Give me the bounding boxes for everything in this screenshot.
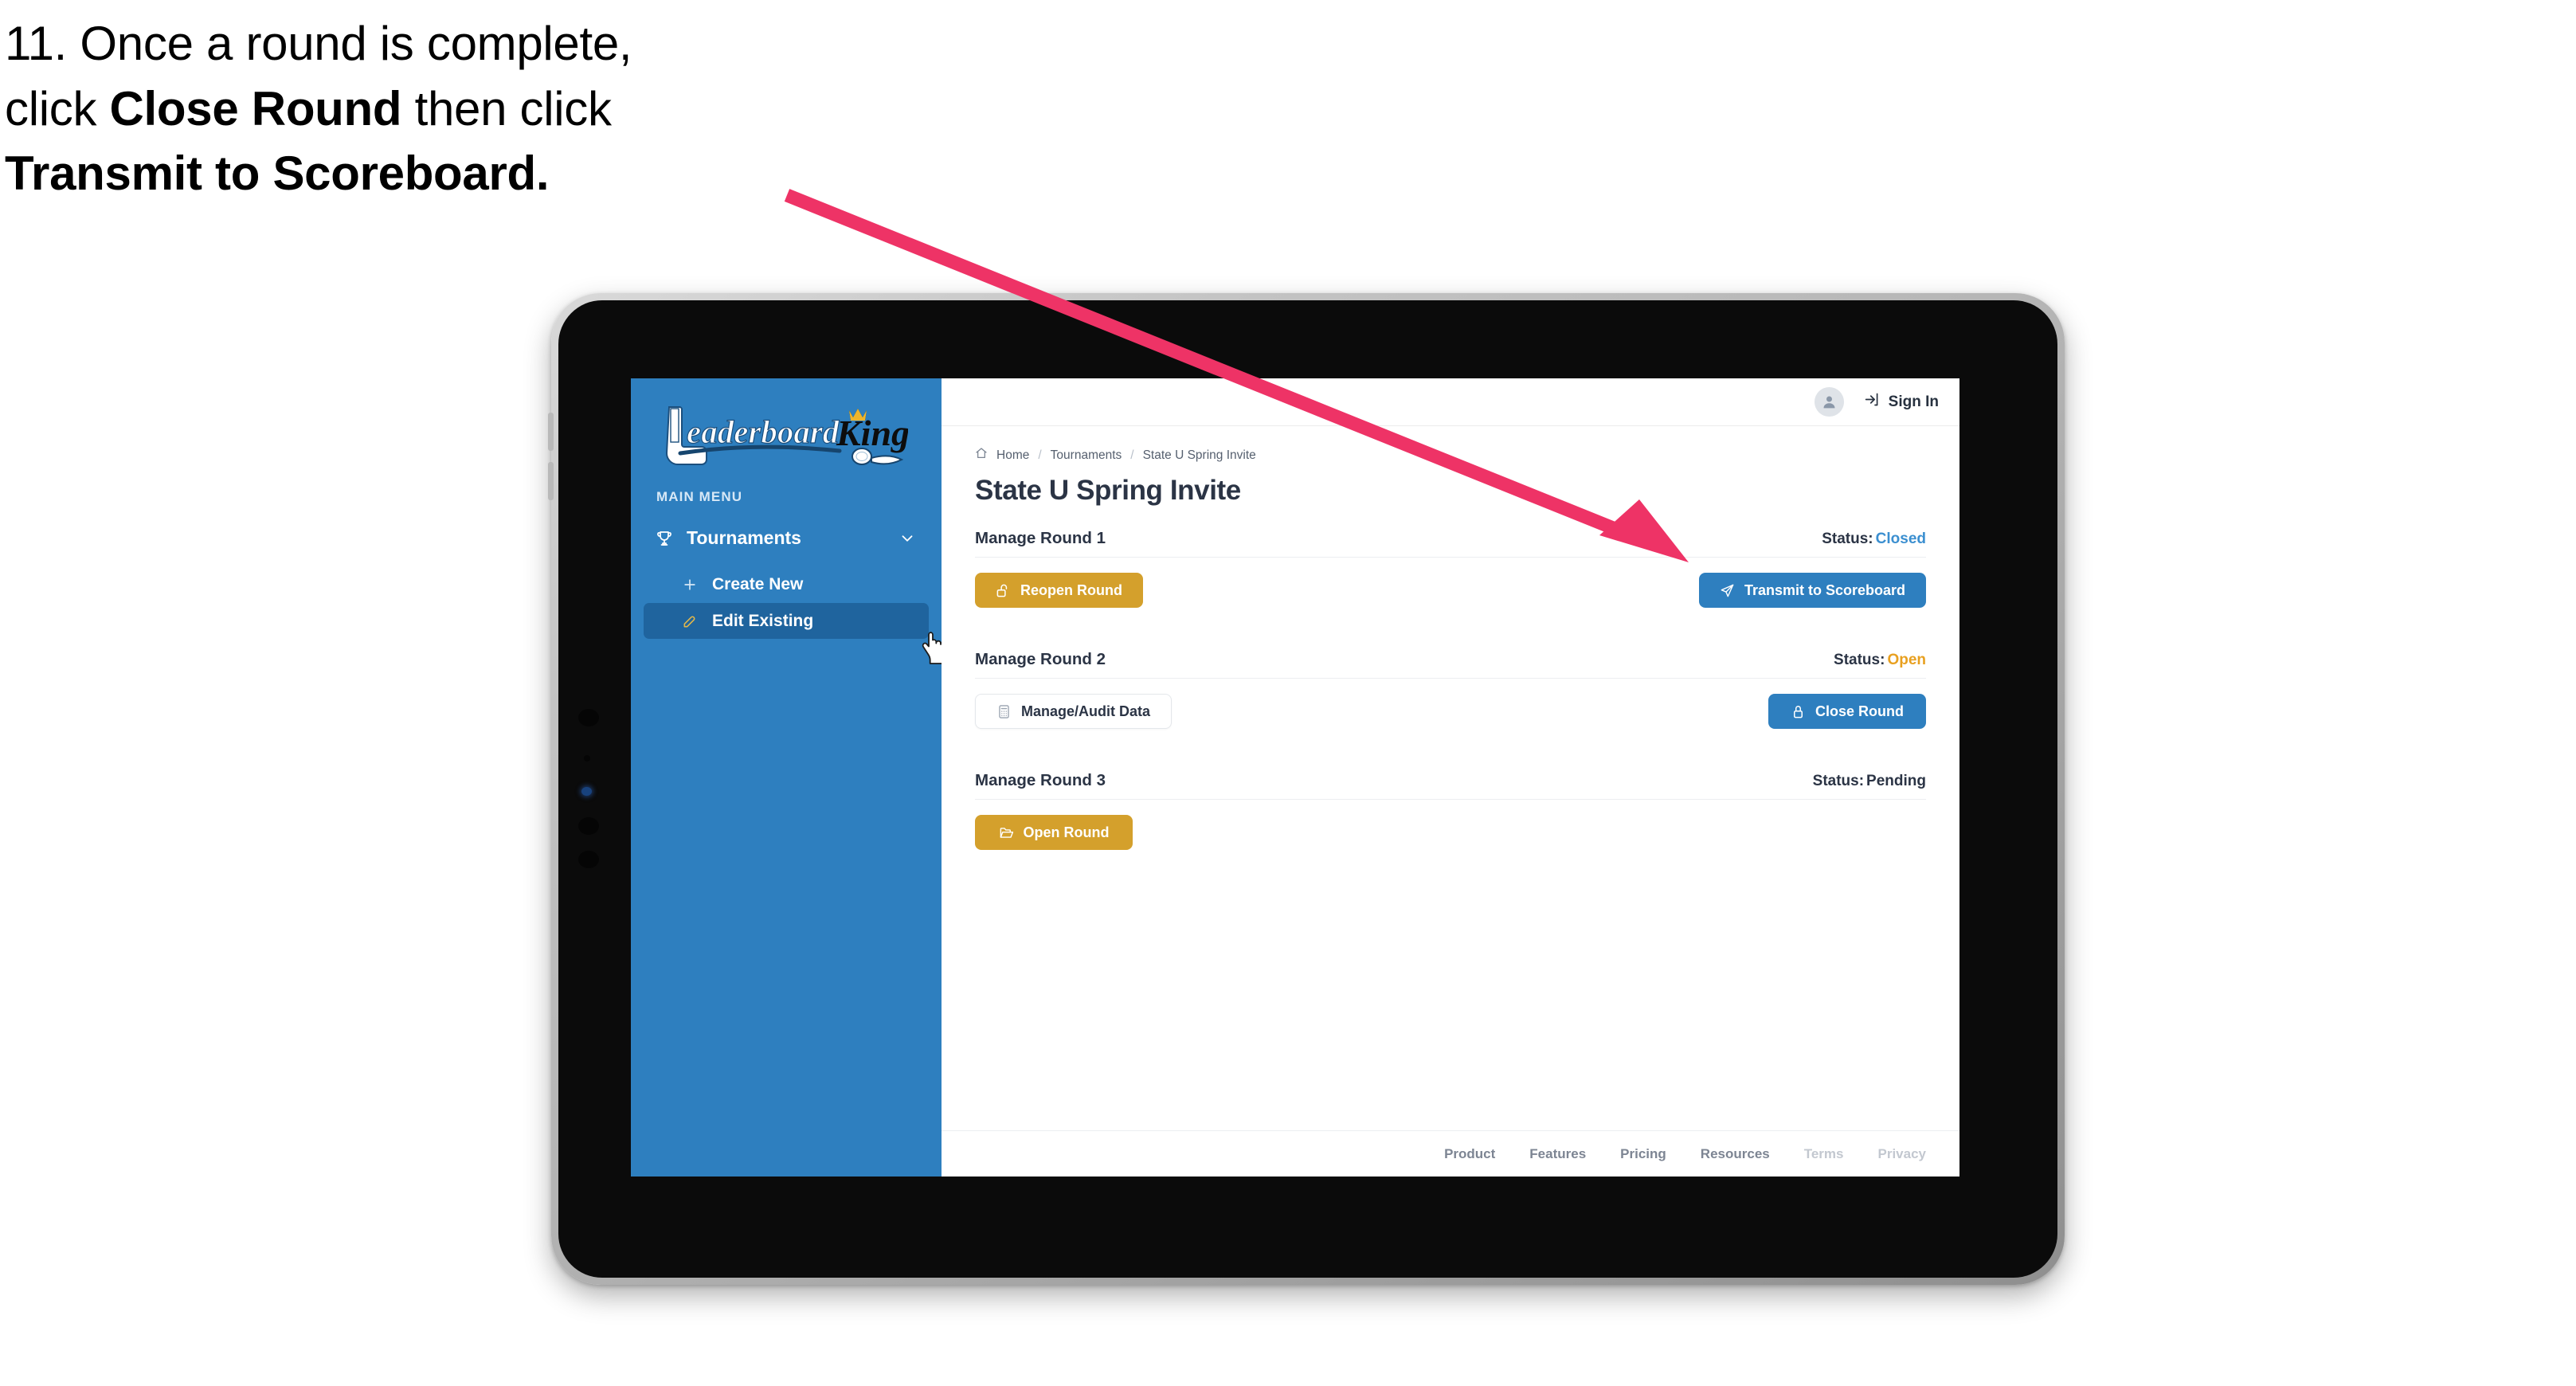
breadcrumb-item-home[interactable]: Home	[996, 448, 1029, 463]
close-round-button[interactable]: Close Round	[1768, 694, 1926, 729]
volume-button-down	[548, 462, 554, 500]
reopen-round-label: Reopen Round	[1020, 581, 1122, 598]
footer-link-features[interactable]: Features	[1529, 1146, 1586, 1162]
caption-line-2-prefix: click	[5, 81, 110, 135]
main-content: Sign In Home / Tournaments / State U Spr…	[942, 378, 1959, 1177]
round-block-3: Manage Round 3 Status: Pending Open Roun…	[975, 771, 1926, 883]
sign-in-button[interactable]: Sign In	[1864, 391, 1939, 413]
round-status-label-2: Status:	[1834, 652, 1885, 668]
page-title: State U Spring Invite	[975, 475, 1241, 506]
caption-line-1-text: 11. Once a round is complete,	[5, 17, 632, 70]
chevron-down-icon[interactable]	[898, 530, 916, 547]
sidebar-item-label-tournaments: Tournaments	[687, 527, 801, 548]
round-block-2: Manage Round 2 Status: Open Manage/Audit…	[975, 650, 1926, 762]
leaderboard-king-logo[interactable]: eaderboard King	[652, 401, 910, 469]
home-icon[interactable]	[975, 447, 988, 464]
round-block-1: Manage Round 1 Status: Closed Reopen Rou…	[975, 529, 1926, 640]
footer-link-product[interactable]: Product	[1444, 1146, 1495, 1162]
breadcrumb-item-current: State U Spring Invite	[1142, 448, 1256, 462]
footer-link-pricing[interactable]: Pricing	[1620, 1146, 1666, 1162]
sign-in-label: Sign In	[1888, 393, 1939, 410]
breadcrumb-separator-1: /	[1038, 448, 1042, 462]
caption-line-3: Transmit to Scoreboard.	[5, 141, 881, 206]
manage-audit-data-button[interactable]: Manage/Audit Data	[975, 694, 1173, 729]
unlock-icon	[996, 583, 1011, 598]
round-status-3: Status: Pending	[1813, 773, 1926, 790]
lock-icon	[1791, 704, 1806, 719]
speaker-sensor	[578, 851, 599, 868]
reopen-round-button[interactable]: Reopen Round	[975, 573, 1143, 608]
round-status-label-1: Status:	[1822, 531, 1873, 547]
open-folder-icon	[999, 825, 1014, 840]
caption-line-2-suffix: then click	[401, 81, 612, 135]
ambient-sensor	[584, 755, 590, 762]
sidebar-item-label-create-new: Create New	[712, 574, 804, 593]
sign-in-arrow-icon	[1864, 391, 1881, 413]
round-title-2: Manage Round 2	[975, 650, 1106, 668]
tablet-device-mockup: eaderboard King MAIN MENU Tournaments Cr…	[548, 293, 2065, 1285]
sidebar-item-label-edit-existing: Edit Existing	[712, 611, 814, 630]
close-round-label: Close Round	[1815, 703, 1904, 719]
transmit-to-scoreboard-label: Transmit to Scoreboard	[1744, 581, 1905, 598]
sidebar-item-create-new[interactable]: Create New	[644, 566, 929, 602]
caption-line-1: 11. Once a round is complete,	[5, 11, 881, 76]
svg-text:eaderboard: eaderboard	[687, 413, 840, 450]
breadcrumb: Home / Tournaments / State U Spring Invi…	[975, 447, 1926, 464]
breadcrumb-item-tournaments[interactable]: Tournaments	[1051, 448, 1122, 463]
round-status-value-1: Closed	[1875, 531, 1926, 547]
svg-text:King: King	[836, 413, 908, 453]
round-status-2: Status: Open	[1834, 652, 1926, 669]
trophy-icon	[655, 529, 674, 548]
round-header-1: Manage Round 1 Status: Closed	[975, 529, 1926, 558]
sidebar: eaderboard King MAIN MENU Tournaments Cr…	[631, 378, 946, 1177]
sidebar-item-edit-existing[interactable]: Edit Existing	[644, 603, 929, 639]
round-status-value-3: Pending	[1866, 773, 1926, 789]
footer-link-terms[interactable]: Terms	[1804, 1146, 1844, 1162]
round-header-3: Manage Round 3 Status: Pending	[975, 771, 1926, 800]
round-title-1: Manage Round 1	[975, 529, 1106, 547]
round-status-value-2: Open	[1887, 652, 1926, 668]
status-led-indicator	[581, 787, 592, 796]
breadcrumb-separator-2: /	[1130, 448, 1134, 462]
sidebar-item-tournaments[interactable]: Tournaments	[644, 520, 929, 556]
plus-icon	[682, 577, 698, 593]
sidebar-section-label: MAIN MENU	[656, 489, 743, 504]
volume-button-up	[548, 413, 554, 451]
microphone-sensor	[578, 817, 599, 835]
edit-pencil-icon	[682, 613, 698, 629]
front-camera-sensor	[578, 709, 599, 726]
open-round-label: Open Round	[1023, 824, 1110, 840]
round-actions-1: Reopen Round Transmit to Scoreboard	[975, 558, 1926, 640]
open-round-button[interactable]: Open Round	[975, 815, 1133, 850]
caption-line-3-bold: Transmit to Scoreboard.	[5, 147, 550, 201]
round-status-label-3: Status:	[1812, 773, 1865, 789]
instruction-caption: 11. Once a round is complete, click Clos…	[5, 11, 881, 206]
top-bar: Sign In	[942, 378, 1959, 426]
round-header-2: Manage Round 2 Status: Open	[975, 650, 1926, 679]
caption-line-2: click Close Round then click	[5, 76, 881, 142]
user-avatar-icon[interactable]	[1814, 387, 1844, 417]
transmit-to-scoreboard-button[interactable]: Transmit to Scoreboard	[1698, 573, 1926, 608]
footer-link-privacy[interactable]: Privacy	[1878, 1146, 1927, 1162]
round-actions-2: Manage/Audit Data Close Round	[975, 679, 1926, 762]
paper-plane-icon	[1720, 583, 1735, 598]
calculator-icon	[996, 704, 1012, 719]
caption-line-2-bold: Close Round	[109, 81, 402, 135]
round-actions-3: Open Round	[975, 800, 1926, 883]
tablet-screen: eaderboard King MAIN MENU Tournaments Cr…	[631, 378, 1959, 1177]
footer: Product Features Pricing Resources Terms…	[942, 1130, 1959, 1177]
manage-audit-data-label: Manage/Audit Data	[1021, 703, 1151, 719]
footer-link-resources[interactable]: Resources	[1701, 1146, 1770, 1162]
round-title-3: Manage Round 3	[975, 771, 1106, 789]
content-area: Home / Tournaments / State U Spring Invi…	[942, 426, 1959, 1130]
round-status-1: Status: Closed	[1822, 531, 1926, 548]
